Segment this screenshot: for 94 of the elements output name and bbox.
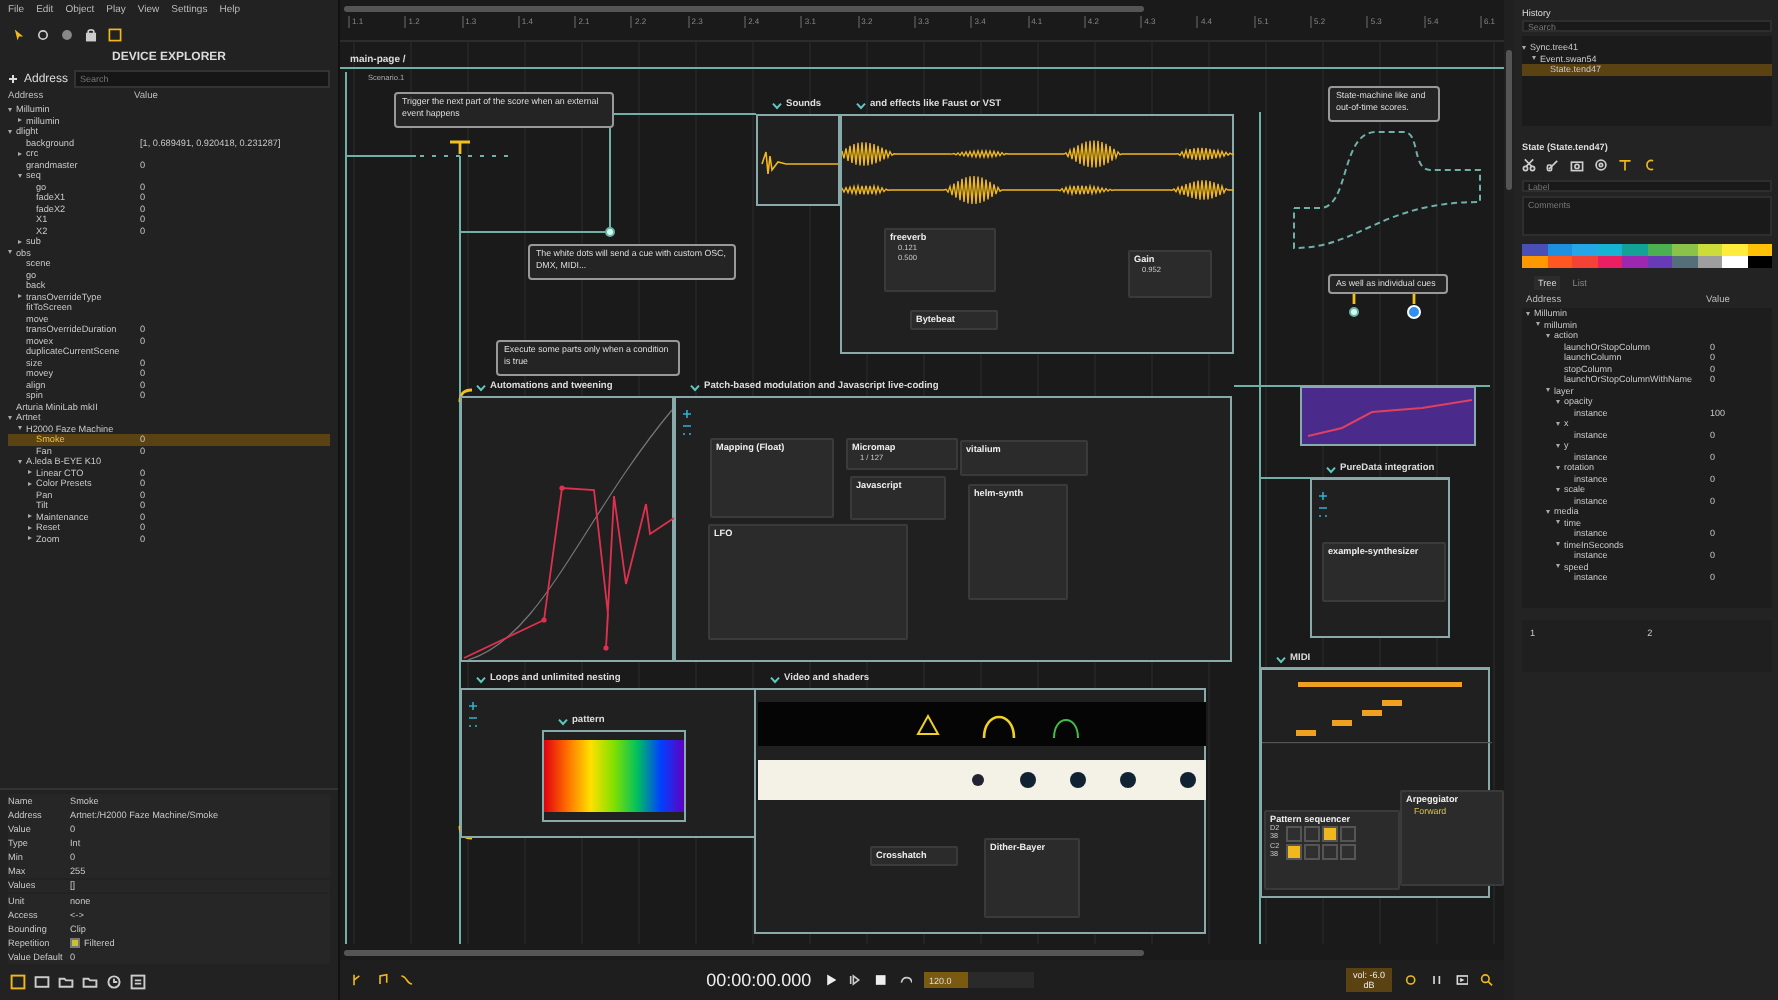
chevron-icon[interactable] (1326, 465, 1336, 473)
checkbox[interactable] (70, 937, 80, 948)
camera-icon[interactable] (1570, 158, 1584, 172)
expand-arrow-icon[interactable] (8, 129, 12, 134)
condition-icon[interactable] (1642, 158, 1656, 172)
curve-icon[interactable] (400, 972, 415, 988)
expand-arrow-icon[interactable] (1556, 443, 1560, 448)
plus-icon[interactable] (8, 74, 18, 84)
music-note-icon[interactable] (375, 972, 389, 988)
color-swatch[interactable] (1622, 244, 1647, 256)
color-swatch[interactable] (1672, 244, 1697, 256)
expand-arrow-icon[interactable] (8, 250, 12, 255)
color-swatch[interactable] (1597, 244, 1622, 256)
expand-arrow-icon[interactable] (8, 107, 12, 112)
terminal-icon[interactable] (1455, 972, 1469, 988)
color-swatch[interactable] (1522, 256, 1547, 268)
sequencer-step[interactable] (1286, 844, 1302, 860)
expand-arrow-icon[interactable] (28, 470, 32, 475)
color-swatch[interactable] (1647, 256, 1672, 268)
expand-arrow-icon[interactable] (18, 118, 22, 123)
color-swatch[interactable] (1547, 244, 1572, 256)
chevron-icon[interactable] (772, 101, 782, 109)
chevron-icon[interactable] (558, 717, 568, 725)
color-gradient (544, 740, 684, 812)
expand-arrow-icon[interactable] (1546, 509, 1550, 514)
expand-arrow-icon[interactable] (1556, 520, 1560, 525)
expand-arrow-icon[interactable] (1556, 564, 1560, 569)
color-swatch[interactable] (1572, 244, 1597, 256)
expand-arrow-icon[interactable] (1546, 388, 1550, 393)
process-box[interactable] (754, 688, 1206, 934)
automation-box[interactable] (1300, 386, 1476, 446)
patch-tools-icon (682, 410, 692, 438)
history-icon[interactable] (106, 974, 122, 990)
expand-arrow-icon[interactable] (1532, 56, 1536, 61)
patch-tools-icon (468, 702, 478, 730)
chevron-icon[interactable] (770, 675, 780, 683)
chevron-icon[interactable] (690, 383, 700, 391)
branch-icon[interactable] (350, 972, 364, 988)
time-display: 00:00:00.000 (706, 970, 812, 990)
color-swatch[interactable] (1672, 256, 1697, 268)
chevron-icon[interactable] (476, 675, 486, 683)
expand-arrow-icon[interactable] (8, 415, 12, 420)
expand-arrow-icon[interactable] (1556, 421, 1560, 426)
color-swatch[interactable] (1622, 256, 1647, 268)
expand-arrow-icon[interactable] (28, 481, 32, 486)
play-from-icon[interactable] (848, 972, 863, 988)
color-swatch[interactable] (1647, 244, 1672, 256)
expand-arrow-icon[interactable] (1556, 465, 1560, 470)
lock-icon[interactable] (84, 27, 98, 41)
expand-arrow-icon[interactable] (28, 536, 32, 541)
expand-arrow-icon[interactable] (18, 173, 22, 178)
expand-arrow-icon[interactable] (18, 459, 22, 464)
window-icon[interactable] (34, 974, 50, 990)
trigger-icon[interactable] (1618, 158, 1632, 172)
color-swatch[interactable] (1722, 244, 1747, 256)
list-icon[interactable] (130, 974, 146, 990)
chevron-icon[interactable] (476, 383, 486, 391)
color-swatch[interactable] (1572, 256, 1597, 268)
expand-arrow-icon[interactable] (18, 151, 22, 156)
play-icon[interactable] (823, 972, 837, 988)
target-icon[interactable] (1594, 158, 1608, 172)
search-icon[interactable] (1480, 972, 1494, 988)
expand-arrow-icon[interactable] (28, 525, 32, 530)
process-box[interactable] (542, 730, 686, 822)
expand-arrow-icon[interactable] (1556, 399, 1560, 404)
color-swatch[interactable] (1697, 256, 1722, 268)
sequencer-step[interactable] (1322, 826, 1338, 842)
chevron-icon[interactable] (1276, 655, 1286, 663)
expand-arrow-icon[interactable] (18, 294, 22, 299)
expand-arrow-icon[interactable] (1556, 542, 1560, 547)
circle-icon[interactable] (1404, 972, 1418, 988)
patch-tools-icon (1318, 492, 1328, 520)
color-swatch[interactable] (1547, 256, 1572, 268)
chevron-icon[interactable] (856, 101, 866, 109)
expand-arrow-icon[interactable] (18, 426, 22, 431)
expand-arrow-icon[interactable] (28, 514, 32, 519)
color-swatch[interactable] (1522, 244, 1547, 256)
expand-arrow-icon[interactable] (1526, 311, 1530, 316)
link-icon[interactable] (1546, 158, 1560, 172)
process-box[interactable] (756, 114, 840, 206)
pause-icon[interactable] (1429, 972, 1444, 988)
color-swatch[interactable] (1597, 256, 1622, 268)
color-swatch[interactable] (1722, 256, 1747, 268)
color-swatch[interactable] (1747, 244, 1772, 256)
color-swatch[interactable] (1697, 244, 1722, 256)
expand-arrow-icon[interactable] (18, 239, 22, 244)
expand-arrow-icon[interactable] (1546, 333, 1550, 338)
scissors-icon[interactable] (1522, 158, 1536, 172)
expand-arrow-icon[interactable] (1536, 322, 1540, 327)
cursor-icon[interactable] (12, 27, 26, 41)
stop-icon[interactable] (874, 972, 888, 988)
color-swatch[interactable] (1747, 256, 1772, 268)
expand-arrow-icon[interactable] (1556, 487, 1560, 492)
waveform-drawing (760, 150, 838, 176)
